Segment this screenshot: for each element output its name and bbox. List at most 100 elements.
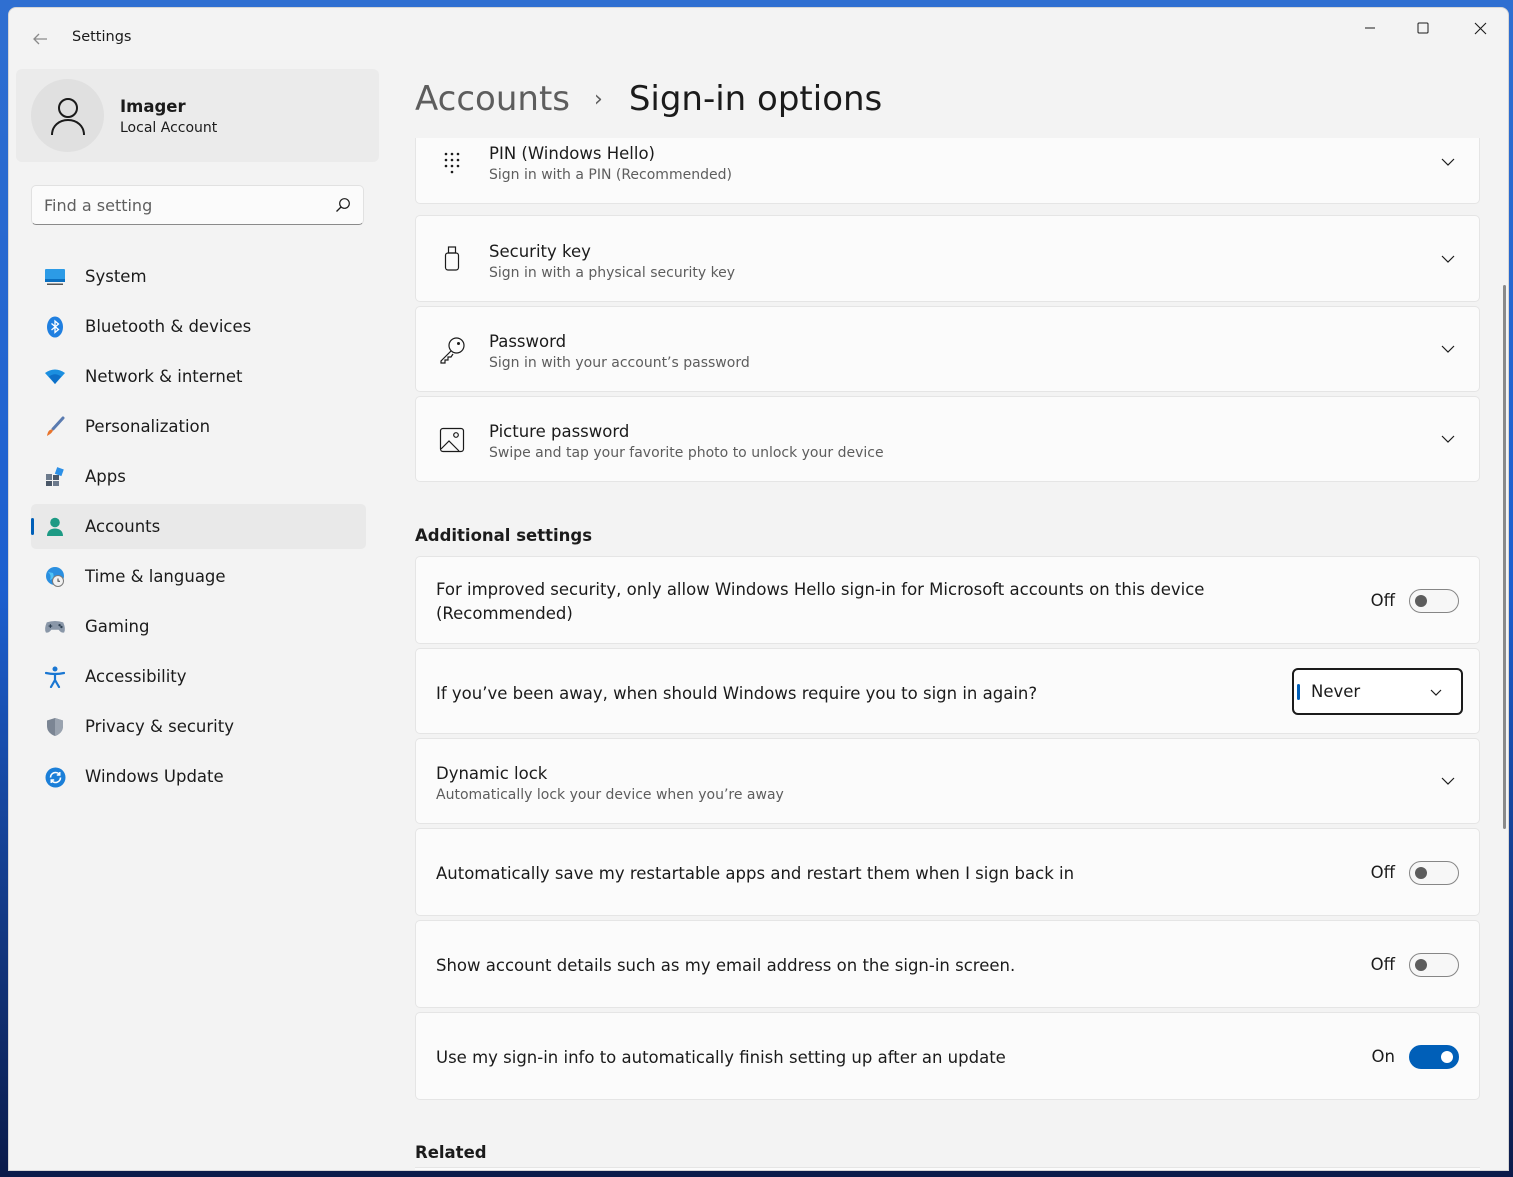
profile-name: Imager <box>120 97 186 116</box>
additional-settings-heading: Additional settings <box>415 526 593 545</box>
picture-password-subtitle: Swipe and tap your favorite photo to unl… <box>489 445 884 461</box>
sidebar-item-windows-update[interactable]: Windows Update <box>31 754 366 799</box>
person-icon <box>44 516 66 538</box>
toggle-knob <box>1441 1051 1453 1063</box>
content-pane: PIN (Windows Hello) Sign in with a PIN (… <box>415 138 1480 1170</box>
restart-apps-card: Automatically save my restartable apps a… <box>415 828 1480 916</box>
require-signin-text: If you’ve been away, when should Windows… <box>436 684 1038 703</box>
app-title: Settings <box>72 29 132 45</box>
sidebar-item-apps[interactable]: Apps <box>31 454 366 499</box>
sidebar-item-label: Accessibility <box>85 667 187 686</box>
sidebar-item-label: Time & language <box>85 567 226 586</box>
account-details-text: Show account details such as my email ad… <box>436 956 1016 975</box>
toggle-knob <box>1415 959 1427 971</box>
toggle-knob <box>1415 867 1427 879</box>
require-signin-card: If you’ve been away, when should Windows… <box>415 648 1480 734</box>
breadcrumb-separator: › <box>594 86 603 112</box>
breadcrumb: Accounts › Sign-in options <box>415 79 882 119</box>
profile-card[interactable]: Imager Local Account <box>16 69 379 162</box>
pin-card[interactable]: PIN (Windows Hello) Sign in with a PIN (… <box>415 138 1480 204</box>
apps-icon <box>44 466 66 488</box>
require-signin-dropdown[interactable]: Never <box>1292 668 1463 715</box>
maximize-button[interactable] <box>1395 8 1451 48</box>
toggle-knob <box>1415 595 1427 607</box>
key-icon <box>438 336 466 364</box>
usb-key-icon <box>438 245 466 273</box>
back-button[interactable] <box>27 26 53 52</box>
controller-icon <box>44 616 66 638</box>
signin-info-card: Use my sign-in info to automatically fin… <box>415 1012 1480 1100</box>
pin-subtitle: Sign in with a PIN (Recommended) <box>489 167 732 183</box>
wifi-icon <box>44 366 66 388</box>
search-icon[interactable] <box>335 197 351 213</box>
sidebar-item-personalization[interactable]: Personalization <box>31 404 366 449</box>
avatar <box>31 79 104 152</box>
picture-icon <box>438 426 466 454</box>
minimize-button[interactable] <box>1342 8 1398 48</box>
sidebar-item-label: System <box>85 267 147 286</box>
bluetooth-icon <box>44 316 66 338</box>
chevron-down-icon <box>1430 689 1442 696</box>
chevron-down-icon[interactable] <box>1439 250 1457 268</box>
security-key-subtitle: Sign in with a physical security key <box>489 265 736 281</box>
dynamic-lock-title: Dynamic lock <box>436 764 548 783</box>
person-outline-icon <box>50 97 85 135</box>
restart-apps-toggle[interactable] <box>1409 861 1459 885</box>
back-arrow-icon <box>33 33 47 45</box>
sidebar-item-time-language[interactable]: Time & language <box>31 554 366 599</box>
signin-info-toggle[interactable] <box>1409 1045 1459 1069</box>
close-button[interactable] <box>1452 8 1508 48</box>
account-details-toggle[interactable] <box>1409 953 1459 977</box>
sidebar-item-system[interactable]: System <box>31 254 366 299</box>
security-key-title: Security key <box>489 242 591 261</box>
scrollbar[interactable] <box>1503 285 1506 829</box>
sidebar-item-network[interactable]: Network & internet <box>31 354 366 399</box>
chevron-down-icon[interactable] <box>1439 430 1457 448</box>
sidebar-item-label: Personalization <box>85 417 211 436</box>
security-key-card[interactable]: Security key Sign in with a physical sec… <box>415 215 1480 302</box>
title-bar: Settings <box>9 8 1508 68</box>
globe-clock-icon <box>44 566 66 588</box>
sidebar-item-label: Accounts <box>85 517 161 536</box>
hello-only-line1: For improved security, only allow Window… <box>436 580 1205 599</box>
sidebar-item-bluetooth[interactable]: Bluetooth & devices <box>31 304 366 349</box>
sidebar-item-gaming[interactable]: Gaming <box>31 604 366 649</box>
password-subtitle: Sign in with your account’s password <box>489 355 750 371</box>
sidebar-item-label: Privacy & security <box>85 717 234 736</box>
sidebar-item-privacy-security[interactable]: Privacy & security <box>31 704 366 749</box>
picture-password-title: Picture password <box>489 422 630 441</box>
breadcrumb-parent[interactable]: Accounts <box>415 79 570 119</box>
sidebar-item-label: Windows Update <box>85 767 224 786</box>
minimize-icon <box>1365 27 1375 29</box>
account-details-card: Show account details such as my email ad… <box>415 920 1480 1008</box>
dropdown-value: Never <box>1311 682 1361 701</box>
sidebar-nav: System Bluetooth & devices Network & int… <box>31 254 366 804</box>
settings-window: Settings Imager Local Account System <box>8 7 1509 1171</box>
sidebar-item-label: Bluetooth & devices <box>85 317 252 336</box>
picture-password-card[interactable]: Picture password Swipe and tap your favo… <box>415 396 1480 482</box>
close-icon <box>1474 22 1486 34</box>
signin-info-state: On <box>1371 1047 1395 1066</box>
chevron-down-icon[interactable] <box>1439 772 1457 790</box>
restart-apps-text: Automatically save my restartable apps a… <box>436 864 1075 883</box>
password-card[interactable]: Password Sign in with your account’s pas… <box>415 306 1480 392</box>
sidebar-item-accessibility[interactable]: Accessibility <box>31 654 366 699</box>
related-card-edge <box>415 1167 1480 1170</box>
maximize-icon <box>1417 22 1429 34</box>
update-icon <box>44 766 66 788</box>
dynamic-lock-subtitle: Automatically lock your device when you’… <box>436 787 784 803</box>
hello-only-toggle[interactable] <box>1409 589 1459 613</box>
search-input[interactable] <box>44 186 314 224</box>
profile-account-type: Local Account <box>120 120 218 136</box>
sidebar-item-label: Apps <box>85 467 126 486</box>
chevron-down-icon[interactable] <box>1439 153 1457 171</box>
restart-apps-state: Off <box>1370 863 1395 882</box>
brush-icon <box>44 416 66 438</box>
hello-only-card: For improved security, only allow Window… <box>415 556 1480 644</box>
dynamic-lock-card[interactable]: Dynamic lock Automatically lock your dev… <box>415 738 1480 824</box>
system-icon <box>44 266 66 288</box>
search-box[interactable] <box>31 185 364 225</box>
chevron-down-icon[interactable] <box>1439 340 1457 358</box>
sidebar-item-label: Network & internet <box>85 367 243 386</box>
sidebar-item-accounts[interactable]: Accounts <box>31 504 366 549</box>
